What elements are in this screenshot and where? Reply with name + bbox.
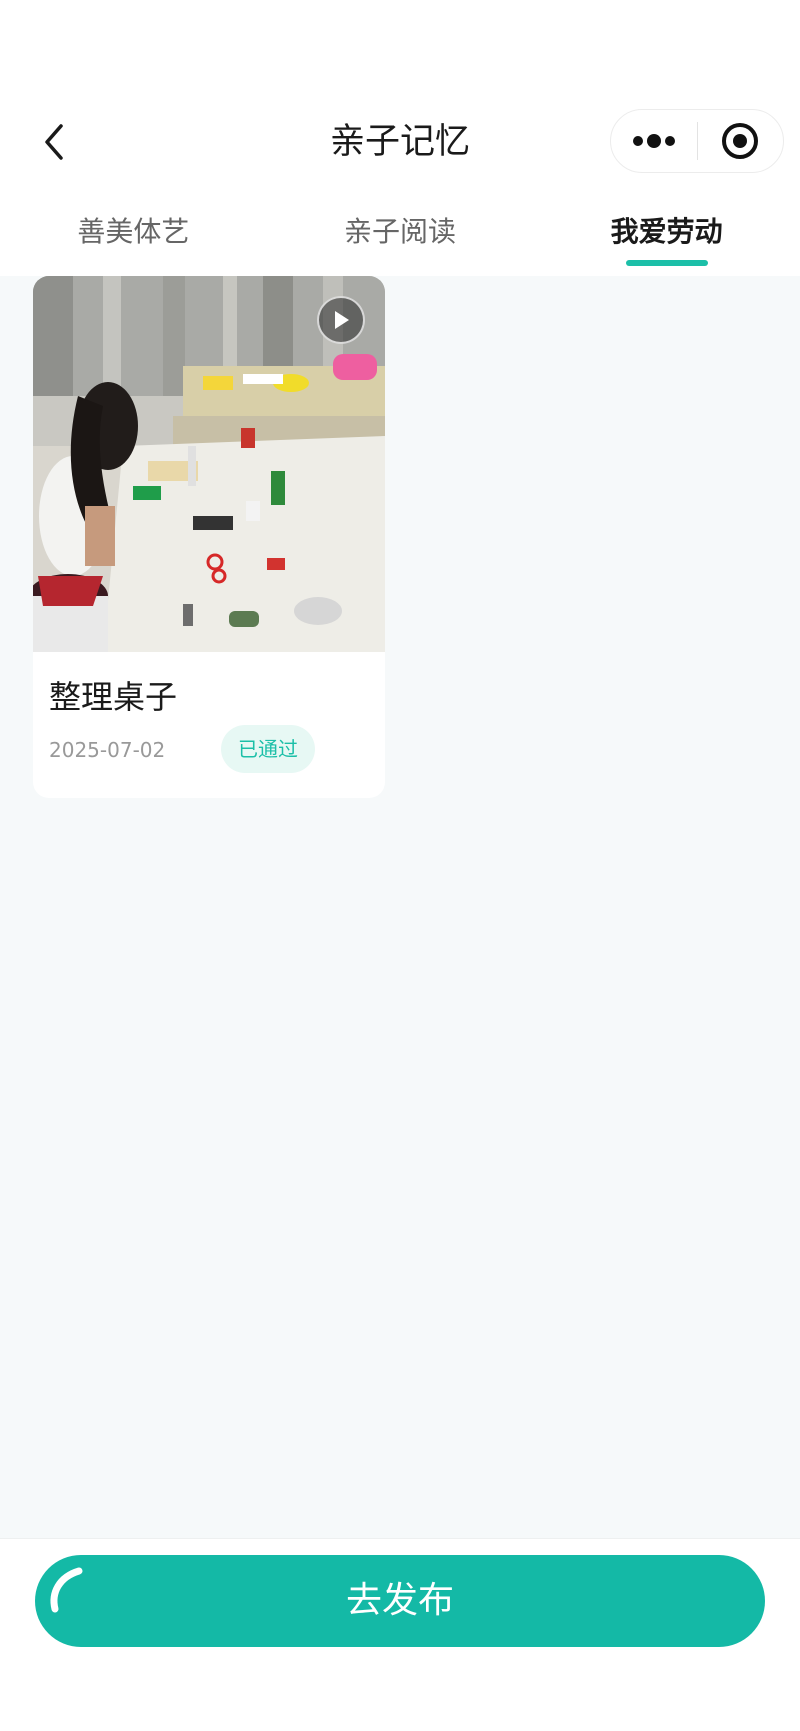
tab-label: 善美体艺: [77, 215, 190, 248]
active-tab-indicator: [625, 260, 708, 266]
mini-program-capsule: [610, 109, 784, 173]
navigation-bar: 亲子记忆: [0, 96, 800, 188]
play-button[interactable]: [317, 296, 365, 344]
publish-label: 去发布: [345, 1580, 454, 1621]
tab-label: 我爱劳动: [610, 215, 723, 248]
close-miniprogram-button[interactable]: [698, 109, 784, 173]
status-badge: 已通过: [221, 725, 315, 773]
category-tabs: 善美体艺 亲子阅读 我爱劳动: [0, 188, 800, 276]
card-title: 整理桌子: [49, 678, 178, 716]
target-circle-icon: [722, 123, 759, 159]
publish-button[interactable]: 去发布: [35, 1555, 765, 1647]
play-icon: [335, 311, 349, 329]
tab-qinzi-yuedu[interactable]: 亲子阅读: [267, 188, 534, 276]
bottom-action-bar: 去发布: [0, 1538, 800, 1731]
card-date: 2025-07-02: [49, 738, 166, 762]
video-thumbnail[interactable]: [33, 276, 385, 652]
tab-label: 亲子阅读: [344, 215, 457, 248]
tab-shanmei-tiyi[interactable]: 善美体艺: [0, 188, 267, 276]
status-bar-area: [0, 0, 800, 96]
back-button[interactable]: [26, 114, 82, 170]
memory-card[interactable]: 整理桌子 2025-07-02 已通过: [33, 276, 385, 798]
tab-woai-laodong[interactable]: 我爱劳动: [533, 188, 800, 276]
more-dots-icon: [632, 134, 675, 148]
more-button[interactable]: [611, 109, 697, 173]
card-list: 整理桌子 2025-07-02 已通过: [0, 276, 800, 1536]
loading-arc-icon: [50, 1567, 83, 1613]
chevron-left-icon: [45, 124, 63, 160]
